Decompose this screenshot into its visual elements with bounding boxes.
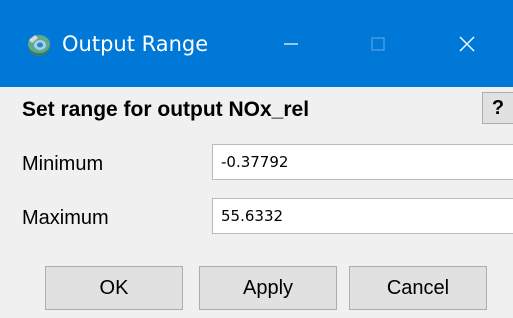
window-title: Output Range xyxy=(62,32,209,56)
maximize-button[interactable] xyxy=(355,22,401,66)
title-bar[interactable]: Output Range xyxy=(0,0,513,87)
dialog-heading: Set range for output NOx_rel xyxy=(22,98,310,121)
maximize-icon xyxy=(371,37,385,51)
close-icon xyxy=(459,36,475,52)
app-icon xyxy=(26,32,54,58)
maximum-input[interactable]: 55.6332 xyxy=(212,198,513,234)
ok-button[interactable]: OK xyxy=(45,266,183,310)
minimum-input[interactable]: -0.37792 xyxy=(212,144,513,180)
close-button[interactable] xyxy=(444,22,490,66)
apply-button[interactable]: Apply xyxy=(199,266,337,310)
minimize-icon xyxy=(284,43,298,45)
minimize-button[interactable] xyxy=(268,22,314,66)
minimum-label: Minimum xyxy=(22,153,104,175)
cancel-button[interactable]: Cancel xyxy=(349,266,487,310)
maximum-label: Maximum xyxy=(22,207,109,229)
help-button[interactable]: ? xyxy=(482,92,513,124)
